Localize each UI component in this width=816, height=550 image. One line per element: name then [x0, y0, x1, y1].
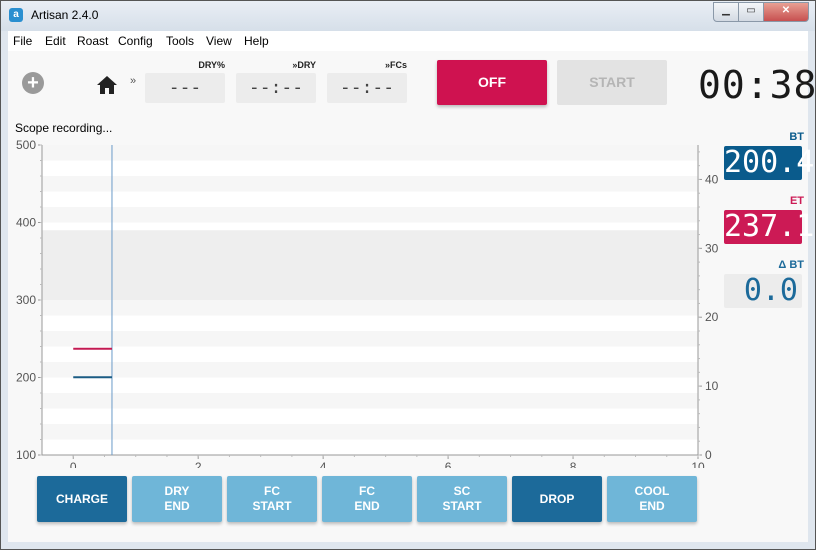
close-button[interactable]: ✕ — [764, 2, 809, 22]
y-tick-label: 400 — [16, 216, 36, 230]
maximize-button[interactable]: ▭ — [739, 2, 764, 22]
y2-tick-label: 0 — [705, 448, 712, 462]
grid-stripe — [42, 145, 698, 161]
y2-tick-label: 40 — [705, 172, 719, 186]
delta-bt-label: Δ BT — [778, 259, 804, 271]
bt-meter: 200.4 — [724, 145, 815, 180]
home-icon[interactable] — [96, 75, 118, 95]
menu-file[interactable]: File — [13, 34, 32, 48]
menu-roast[interactable]: Roast — [77, 34, 108, 48]
y-tick-label: 300 — [16, 293, 36, 307]
grid-stripe — [42, 176, 698, 192]
plus-icon[interactable]: + — [22, 72, 44, 94]
y2-tick-label: 20 — [705, 310, 719, 324]
x-tick-label: 8 — [570, 460, 577, 468]
drop-button[interactable]: DROP — [512, 476, 602, 522]
y-tick-label: 500 — [16, 138, 36, 152]
grid-stripe — [42, 424, 698, 440]
roast-chart[interactable]: 1002003004005000102030400 2 4 6 8 10 — [8, 138, 723, 468]
x-tick-label: 2 — [195, 460, 202, 468]
grid-stripe — [42, 331, 698, 347]
menu-help[interactable]: Help — [244, 34, 269, 48]
grid-stripe — [42, 207, 698, 223]
sc-start-button[interactable]: SC START — [417, 476, 507, 522]
x-tick-label: 10 — [691, 460, 705, 468]
fc-end-button[interactable]: FC END — [322, 476, 412, 522]
cool-end-button[interactable]: COOL END — [607, 476, 697, 522]
roast-timer: 00:38 — [698, 63, 816, 107]
status-message: Scope recording... — [15, 121, 113, 135]
app-window: a Artisan 2.4.0 ▁ ▭ ✕ File Edit Roast Co… — [0, 0, 816, 550]
menu-config[interactable]: Config — [118, 34, 153, 48]
menu-edit[interactable]: Edit — [45, 34, 66, 48]
lcd-dry-percent: --- — [145, 73, 225, 103]
chevron-icon: » — [130, 75, 137, 87]
y-tick-label: 200 — [16, 371, 36, 385]
window-title: Artisan 2.4.0 — [31, 8, 99, 22]
lcd-label-fcs: »FCs — [384, 60, 407, 70]
lcd-label-dry-percent: DRY% — [198, 60, 225, 70]
y-tick-label: 100 — [16, 448, 36, 462]
fc-start-button[interactable]: FC START — [227, 476, 317, 522]
x-tick-label: 6 — [445, 460, 452, 468]
menu-tools[interactable]: Tools — [166, 34, 194, 48]
delta-bt-meter: 0.0 — [724, 274, 802, 308]
dry-end-button[interactable]: DRY END — [132, 476, 222, 522]
y2-tick-label: 30 — [705, 241, 719, 255]
x-tick-label: 0 — [70, 460, 77, 468]
menu-view[interactable]: View — [206, 34, 232, 48]
y2-tick-label: 10 — [705, 379, 719, 393]
minimize-button[interactable]: ▁ — [713, 2, 739, 22]
x-tick-label: 4 — [320, 460, 327, 468]
lcd-dry-time: --:-- — [236, 73, 316, 103]
menu-bar: File Edit Roast Config Tools View Help — [8, 31, 808, 51]
charge-button[interactable]: CHARGE — [37, 476, 127, 522]
main-area: + » DRY% --- »DRY --:-- »FCs --:-- OFF S… — [8, 51, 816, 542]
grid-stripe — [42, 300, 698, 316]
lcd-fcs-time: --:-- — [327, 73, 407, 103]
bt-label: BT — [789, 131, 804, 143]
et-meter: 237.1 — [724, 209, 815, 244]
et-label: ET — [789, 195, 804, 207]
grid-stripe — [42, 393, 698, 409]
grid-stripe — [42, 362, 698, 378]
off-button[interactable]: OFF — [437, 60, 547, 105]
phase-band — [42, 230, 698, 300]
lcd-label-dry: »DRY — [292, 60, 316, 70]
artisan-app-icon: a — [9, 8, 23, 22]
title-bar[interactable]: a Artisan 2.4.0 ▁ ▭ ✕ — [1, 1, 815, 31]
start-button[interactable]: START — [557, 60, 667, 105]
